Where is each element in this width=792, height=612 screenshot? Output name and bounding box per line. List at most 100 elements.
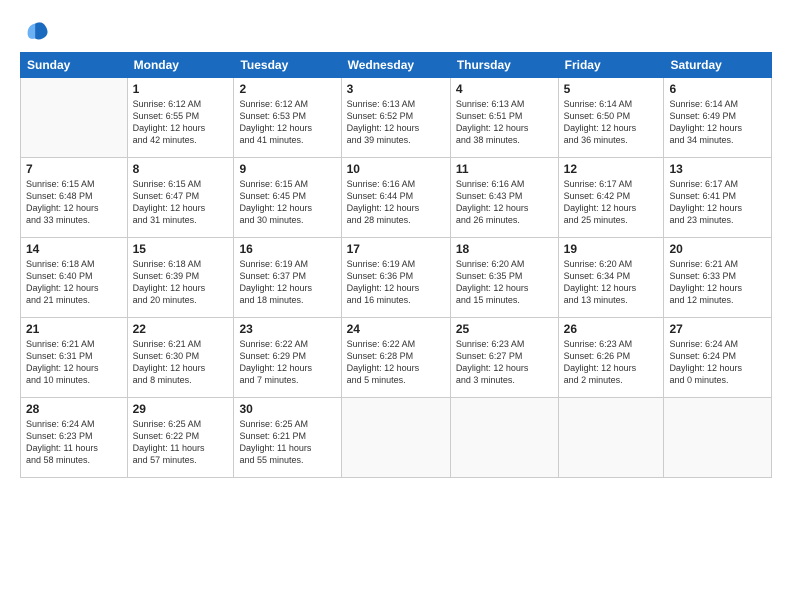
day-number: 17 (347, 242, 445, 256)
calendar-cell: 27 Sunrise: 6:24 AM Sunset: 6:24 PM Dayli… (664, 318, 772, 398)
day-info: Sunrise: 6:18 AM Sunset: 6:39 PM Dayligh… (133, 258, 229, 307)
day-info: Sunrise: 6:13 AM Sunset: 6:51 PM Dayligh… (456, 98, 553, 147)
day-info: Sunrise: 6:20 AM Sunset: 6:34 PM Dayligh… (564, 258, 659, 307)
calendar-cell: 15 Sunrise: 6:18 AM Sunset: 6:39 PM Dayli… (127, 238, 234, 318)
day-info: Sunrise: 6:15 AM Sunset: 6:45 PM Dayligh… (239, 178, 335, 227)
calendar-cell (558, 398, 664, 478)
calendar-cell: 26Sunrise: 6:23 AM Sunset: 6:26 PM Dayli… (558, 318, 664, 398)
calendar-cell: 2Sunrise: 6:12 AM Sunset: 6:53 PM Daylig… (234, 78, 341, 158)
day-number: 6 (669, 82, 766, 96)
calendar-cell: 24 Sunrise: 6:22 AM Sunset: 6:28 PM Dayli… (341, 318, 450, 398)
logo-icon (22, 18, 50, 46)
day-info: Sunrise: 6:12 AM Sunset: 6:53 PM Dayligh… (239, 98, 335, 147)
day-number: 7 (26, 162, 122, 176)
day-info: Sunrise: 6:21 AM Sunset: 6:30 PM Dayligh… (133, 338, 229, 387)
calendar-cell: 1 Sunrise: 6:12 AM Sunset: 6:55 PM Daylig… (127, 78, 234, 158)
day-number: 11 (456, 162, 553, 176)
calendar-cell: 21 Sunrise: 6:21 AM Sunset: 6:31 PM Dayli… (21, 318, 128, 398)
calendar-cell: 20 Sunrise: 6:21 AM Sunset: 6:33 PM Dayli… (664, 238, 772, 318)
calendar-cell: 25 Sunrise: 6:23 AM Sunset: 6:27 PM Dayli… (450, 318, 558, 398)
day-info: Sunrise: 6:22 AM Sunset: 6:29 PM Dayligh… (239, 338, 335, 387)
weekday-header-saturday: Saturday (664, 53, 772, 78)
calendar-cell: 19 Sunrise: 6:20 AM Sunset: 6:34 PM Dayli… (558, 238, 664, 318)
day-info: Sunrise: 6:17 AM Sunset: 6:42 PM Dayligh… (564, 178, 659, 227)
calendar-week-4: 21 Sunrise: 6:21 AM Sunset: 6:31 PM Dayli… (21, 318, 772, 398)
calendar-cell: 11 Sunrise: 6:16 AM Sunset: 6:43 PM Dayli… (450, 158, 558, 238)
calendar-cell: 14 Sunrise: 6:18 AM Sunset: 6:40 PM Dayli… (21, 238, 128, 318)
page-header (20, 18, 772, 46)
calendar-cell: 6 Sunrise: 6:14 AM Sunset: 6:49 PM Daylig… (664, 78, 772, 158)
weekday-header-friday: Friday (558, 53, 664, 78)
day-number: 25 (456, 322, 553, 336)
calendar-cell: 30 Sunrise: 6:25 AM Sunset: 6:21 PM Dayli… (234, 398, 341, 478)
day-info: Sunrise: 6:25 AM Sunset: 6:22 PM Dayligh… (133, 418, 229, 467)
day-number: 5 (564, 82, 659, 96)
calendar-cell (21, 78, 128, 158)
day-number: 15 (133, 242, 229, 256)
day-number: 28 (26, 402, 122, 416)
day-info: Sunrise: 6:25 AM Sunset: 6:21 PM Dayligh… (239, 418, 335, 467)
day-info: Sunrise: 6:13 AM Sunset: 6:52 PM Dayligh… (347, 98, 445, 147)
calendar-cell: 16 Sunrise: 6:19 AM Sunset: 6:37 PM Dayli… (234, 238, 341, 318)
day-number: 16 (239, 242, 335, 256)
day-info: Sunrise: 6:19 AM Sunset: 6:37 PM Dayligh… (239, 258, 335, 307)
day-info: Sunrise: 6:23 AM Sunset: 6:27 PM Dayligh… (456, 338, 553, 387)
day-number: 3 (347, 82, 445, 96)
calendar-cell (664, 398, 772, 478)
day-number: 13 (669, 162, 766, 176)
calendar-week-3: 14 Sunrise: 6:18 AM Sunset: 6:40 PM Dayli… (21, 238, 772, 318)
day-info: Sunrise: 6:21 AM Sunset: 6:31 PM Dayligh… (26, 338, 122, 387)
calendar-week-5: 28 Sunrise: 6:24 AM Sunset: 6:23 PM Dayli… (21, 398, 772, 478)
day-info: Sunrise: 6:16 AM Sunset: 6:43 PM Dayligh… (456, 178, 553, 227)
day-info: Sunrise: 6:24 AM Sunset: 6:23 PM Dayligh… (26, 418, 122, 467)
calendar-cell: 3 Sunrise: 6:13 AM Sunset: 6:52 PM Daylig… (341, 78, 450, 158)
calendar-cell: 28 Sunrise: 6:24 AM Sunset: 6:23 PM Dayli… (21, 398, 128, 478)
day-number: 26 (564, 322, 659, 336)
day-info: Sunrise: 6:14 AM Sunset: 6:49 PM Dayligh… (669, 98, 766, 147)
logo (20, 18, 50, 46)
day-info: Sunrise: 6:14 AM Sunset: 6:50 PM Dayligh… (564, 98, 659, 147)
calendar-cell: 4Sunrise: 6:13 AM Sunset: 6:51 PM Daylig… (450, 78, 558, 158)
weekday-header-wednesday: Wednesday (341, 53, 450, 78)
day-number: 27 (669, 322, 766, 336)
day-number: 1 (133, 82, 229, 96)
calendar-cell (341, 398, 450, 478)
calendar-cell: 13 Sunrise: 6:17 AM Sunset: 6:41 PM Dayli… (664, 158, 772, 238)
calendar-cell: 29 Sunrise: 6:25 AM Sunset: 6:22 PM Dayli… (127, 398, 234, 478)
calendar-week-1: 1 Sunrise: 6:12 AM Sunset: 6:55 PM Daylig… (21, 78, 772, 158)
calendar-cell: 8Sunrise: 6:15 AM Sunset: 6:47 PM Daylig… (127, 158, 234, 238)
day-info: Sunrise: 6:20 AM Sunset: 6:35 PM Dayligh… (456, 258, 553, 307)
day-info: Sunrise: 6:12 AM Sunset: 6:55 PM Dayligh… (133, 98, 229, 147)
calendar-cell: 7 Sunrise: 6:15 AM Sunset: 6:48 PM Daylig… (21, 158, 128, 238)
day-number: 21 (26, 322, 122, 336)
day-info: Sunrise: 6:15 AM Sunset: 6:48 PM Dayligh… (26, 178, 122, 227)
day-number: 18 (456, 242, 553, 256)
day-info: Sunrise: 6:17 AM Sunset: 6:41 PM Dayligh… (669, 178, 766, 227)
day-number: 14 (26, 242, 122, 256)
calendar-cell: 22Sunrise: 6:21 AM Sunset: 6:30 PM Dayli… (127, 318, 234, 398)
weekday-header-monday: Monday (127, 53, 234, 78)
calendar-cell (450, 398, 558, 478)
day-info: Sunrise: 6:22 AM Sunset: 6:28 PM Dayligh… (347, 338, 445, 387)
calendar-cell: 18 Sunrise: 6:20 AM Sunset: 6:35 PM Dayli… (450, 238, 558, 318)
day-number: 20 (669, 242, 766, 256)
day-info: Sunrise: 6:21 AM Sunset: 6:33 PM Dayligh… (669, 258, 766, 307)
day-number: 10 (347, 162, 445, 176)
day-number: 29 (133, 402, 229, 416)
day-number: 30 (239, 402, 335, 416)
day-info: Sunrise: 6:24 AM Sunset: 6:24 PM Dayligh… (669, 338, 766, 387)
calendar-week-2: 7 Sunrise: 6:15 AM Sunset: 6:48 PM Daylig… (21, 158, 772, 238)
day-info: Sunrise: 6:15 AM Sunset: 6:47 PM Dayligh… (133, 178, 229, 227)
day-info: Sunrise: 6:18 AM Sunset: 6:40 PM Dayligh… (26, 258, 122, 307)
calendar-cell: 17 Sunrise: 6:19 AM Sunset: 6:36 PM Dayli… (341, 238, 450, 318)
weekday-header-thursday: Thursday (450, 53, 558, 78)
weekday-header-sunday: Sunday (21, 53, 128, 78)
day-number: 24 (347, 322, 445, 336)
calendar-cell: 23Sunrise: 6:22 AM Sunset: 6:29 PM Dayli… (234, 318, 341, 398)
day-number: 19 (564, 242, 659, 256)
day-info: Sunrise: 6:19 AM Sunset: 6:36 PM Dayligh… (347, 258, 445, 307)
calendar-cell: 10 Sunrise: 6:16 AM Sunset: 6:44 PM Dayli… (341, 158, 450, 238)
day-number: 12 (564, 162, 659, 176)
calendar-cell: 12 Sunrise: 6:17 AM Sunset: 6:42 PM Dayli… (558, 158, 664, 238)
day-info: Sunrise: 6:16 AM Sunset: 6:44 PM Dayligh… (347, 178, 445, 227)
